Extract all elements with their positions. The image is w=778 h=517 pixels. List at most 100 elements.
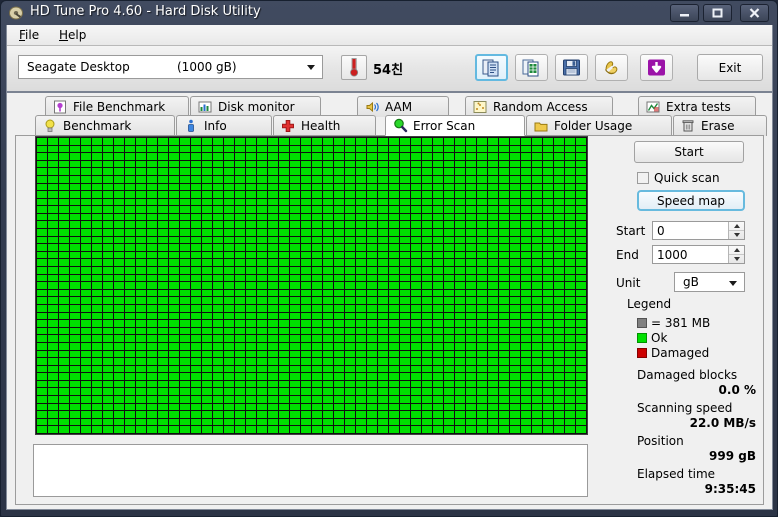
scan-block <box>510 267 520 274</box>
scan-block <box>301 335 311 342</box>
menu-item-help[interactable]: Help <box>55 28 90 42</box>
scan-block <box>59 327 69 335</box>
scan-block <box>114 160 124 168</box>
tab-file-benchmark[interactable]: File Benchmark <box>45 96 189 117</box>
start-stepper-down[interactable] <box>729 231 744 239</box>
unit-select[interactable]: gB <box>674 272 745 292</box>
scan-block <box>191 380 201 388</box>
thermometer-icon[interactable] <box>341 55 367 80</box>
tab-erase[interactable]: Erase <box>673 115 767 136</box>
scan-block <box>455 312 465 320</box>
scan-block <box>202 153 212 160</box>
log-output[interactable] <box>33 444 588 497</box>
scan-block <box>565 396 575 403</box>
gold-hand-icon[interactable] <box>595 54 628 81</box>
scan-block <box>455 365 465 373</box>
purple-down-arrow-icon[interactable] <box>640 54 673 81</box>
close-button[interactable] <box>740 4 769 22</box>
tab-extra-tests[interactable]: Extra tests <box>638 96 756 117</box>
minimize-button[interactable] <box>670 4 699 22</box>
magnifier-icon <box>392 118 408 133</box>
scan-block <box>477 426 487 433</box>
scan-block <box>389 191 399 198</box>
scan-block <box>345 312 355 320</box>
drive-select[interactable]: Seagate Desktop (1000 gB) <box>18 55 323 79</box>
scan-block <box>367 350 377 358</box>
scan-block <box>312 304 322 312</box>
quick-scan-checkbox[interactable] <box>637 172 649 184</box>
scan-block <box>554 236 564 244</box>
scan-block <box>367 358 377 365</box>
scan-block-grid[interactable] <box>35 136 588 435</box>
scan-block <box>576 411 586 418</box>
scan-block <box>235 251 245 259</box>
tab-error-scan[interactable]: Error Scan <box>385 115 525 136</box>
copy-documents-icon[interactable] <box>475 54 508 81</box>
scan-block <box>213 168 223 175</box>
scan-block <box>400 236 410 244</box>
scan-block <box>180 411 190 418</box>
scan-block <box>554 403 564 411</box>
quick-scan-checkbox-row[interactable]: Quick scan <box>637 171 720 185</box>
scan-block <box>213 297 223 304</box>
scan-block <box>125 289 135 297</box>
scan-block <box>345 289 355 297</box>
scan-block <box>114 282 124 289</box>
end-input[interactable]: 1000 <box>652 245 745 264</box>
chevron-down-icon[interactable] <box>307 65 315 70</box>
scan-block <box>81 145 91 153</box>
scan-block <box>147 342 157 350</box>
scan-block <box>279 312 289 320</box>
scan-block <box>59 153 69 160</box>
tab-disk-monitor[interactable]: Disk monitor <box>190 96 321 117</box>
title-bar[interactable]: HD Tune Pro 4.60 - Hard Disk Utility <box>1 1 777 25</box>
scan-block <box>554 221 564 229</box>
drive-capacity-label: (1000 gB) <box>177 60 237 74</box>
scan-block <box>301 388 311 396</box>
scanning-speed-value: 22.0 MB/s <box>689 416 756 430</box>
scan-block <box>268 138 278 145</box>
scan-block <box>554 229 564 236</box>
scan-block <box>312 160 322 168</box>
maximize-button[interactable] <box>703 4 732 22</box>
scan-block <box>213 229 223 236</box>
scan-block <box>411 312 421 320</box>
start-stepper-up[interactable] <box>729 222 744 231</box>
end-stepper-down[interactable] <box>729 255 744 263</box>
scan-block <box>158 304 168 312</box>
scan-block <box>114 244 124 251</box>
end-stepper-up[interactable] <box>729 246 744 255</box>
scan-block <box>433 244 443 251</box>
scan-block <box>444 358 454 365</box>
tab-aam[interactable]: AAM <box>357 96 449 117</box>
end-stepper[interactable] <box>728 246 744 263</box>
tab-folder-usage[interactable]: Folder Usage <box>526 115 672 136</box>
tab-info[interactable]: Info <box>176 115 272 136</box>
scan-block <box>312 267 322 274</box>
scan-block <box>521 350 531 358</box>
start-input[interactable]: 0 <box>652 221 745 240</box>
scan-block <box>136 411 146 418</box>
scan-block <box>323 335 333 342</box>
start-stepper[interactable] <box>728 222 744 239</box>
scan-block <box>499 183 509 191</box>
tab-benchmark[interactable]: Benchmark <box>35 115 175 136</box>
exit-button[interactable]: Exit <box>697 54 763 81</box>
speed-map-button[interactable]: Speed map <box>637 190 745 211</box>
scan-block <box>510 342 520 350</box>
scan-block <box>290 373 300 380</box>
floppy-disk-icon[interactable] <box>555 54 588 81</box>
scan-block <box>169 198 179 206</box>
chevron-down-icon[interactable] <box>729 281 737 286</box>
scan-block <box>114 403 124 411</box>
scan-block <box>499 418 509 426</box>
tab-health[interactable]: Health <box>273 115 376 136</box>
start-button[interactable]: Start <box>634 141 744 163</box>
scan-block <box>576 160 586 168</box>
scan-block <box>103 289 113 297</box>
scan-block <box>345 304 355 312</box>
scan-block <box>477 342 487 350</box>
tab-random-access[interactable]: Random Access <box>465 96 613 117</box>
menu-item-file[interactable]: File <box>15 28 43 42</box>
copy-excel-icon[interactable] <box>515 54 548 81</box>
